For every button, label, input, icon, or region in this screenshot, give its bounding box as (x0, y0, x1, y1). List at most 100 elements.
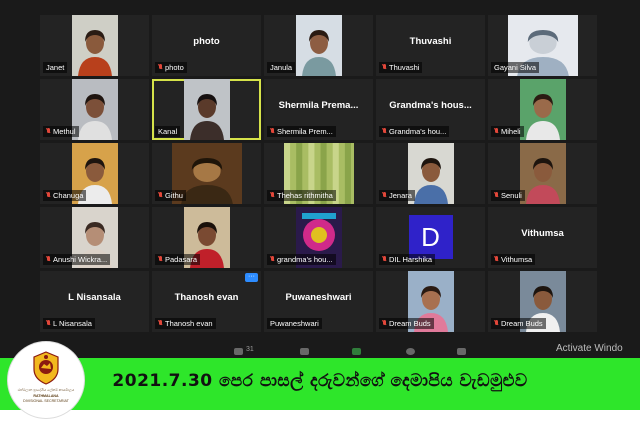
participant-tile[interactable]: Kanal (152, 79, 261, 140)
muted-mic-icon (382, 128, 387, 135)
participant-tile[interactable]: photo photo (152, 15, 261, 76)
participant-tile[interactable]: Puwaneshwari Puwaneshwari (264, 271, 373, 332)
muted-mic-icon (382, 192, 387, 199)
participant-tile[interactable]: Thehas rithmitha (264, 143, 373, 204)
participant-grid: Janet photo photo Janula Thuvashi Thuvashi Gay… (40, 15, 597, 332)
participant-name-label: L Nisansala (43, 318, 95, 329)
reactions-icon[interactable] (457, 348, 466, 355)
participant-name-label: Miheli (491, 126, 524, 137)
muted-mic-icon (46, 256, 51, 263)
participant-name-label: grandma's hou... (267, 254, 336, 265)
participant-name: Thuvashi (389, 63, 420, 72)
participant-avatar: D (408, 215, 453, 259)
participant-name-label: Senuli (491, 190, 525, 201)
participant-name-label: Kanal (155, 126, 181, 137)
participant-display-name: Thanosh evan (174, 292, 239, 303)
participant-tile[interactable]: Grandma's hous... Grandma's hou... (376, 79, 485, 140)
muted-mic-icon (46, 320, 51, 327)
participant-tile[interactable]: grandma's hou... (264, 207, 373, 268)
participant-display-name: Grandma's hous... (389, 100, 472, 111)
participant-name-label: Dream Buds (379, 318, 434, 329)
participant-name: Thanosh evan (165, 319, 213, 328)
participant-tile[interactable]: D DIL Harshika (376, 207, 485, 268)
participant-name-label: Gayani Silva (491, 62, 540, 73)
chat-icon[interactable] (300, 348, 309, 355)
participant-name: Dream Buds (389, 319, 431, 328)
participant-display-name: Thuvashi (409, 36, 452, 47)
muted-mic-icon (270, 256, 275, 263)
participant-name: Kanal (158, 127, 178, 136)
participant-tile[interactable]: Methul (40, 79, 149, 140)
participant-name: Githu (165, 191, 183, 200)
participant-tile[interactable]: Anushi Wickra... (40, 207, 149, 268)
participant-name-label: Padasara (155, 254, 201, 265)
participant-tile[interactable]: Jenara (376, 143, 485, 204)
participant-name-label: Thanosh evan (155, 318, 216, 329)
muted-mic-icon (158, 320, 163, 327)
muted-mic-icon (270, 192, 275, 199)
participant-name: photo (165, 63, 184, 72)
participant-display-name: L Nisansala (68, 292, 121, 303)
participant-name: Shermila Prem... (277, 127, 333, 136)
participant-name-label: Thehas rithmitha (267, 190, 336, 201)
muted-mic-icon (494, 128, 499, 135)
participant-name-label: Janula (267, 62, 296, 73)
participant-count: 31 (246, 346, 254, 353)
muted-mic-icon (494, 320, 499, 327)
participant-name: Grandma's hou... (389, 127, 447, 136)
participant-name-label: Methul (43, 126, 79, 137)
record-icon[interactable] (406, 348, 415, 355)
participant-name: Jenara (389, 191, 412, 200)
participant-tile[interactable]: Gayani Silva (488, 15, 597, 76)
participant-video (71, 15, 118, 76)
participant-name: L Nisansala (53, 319, 92, 328)
participant-tile[interactable]: Miheli (488, 79, 597, 140)
participant-video (295, 15, 342, 76)
participant-tile[interactable]: Dream Buds (376, 271, 485, 332)
participant-name: Janula (270, 63, 293, 72)
participant-tile[interactable]: Shermila Prema... Shermila Prem... (264, 79, 373, 140)
participant-name-label: Janet (43, 62, 68, 73)
muted-mic-icon (494, 256, 499, 263)
emblem-icon (33, 351, 59, 385)
participant-tile[interactable]: Githu (152, 143, 261, 204)
participant-display-name: Vithumsa (521, 228, 564, 239)
participant-tile[interactable]: Chanuga (40, 143, 149, 204)
participant-name-label: Puwaneshwari (267, 318, 322, 329)
participant-name: Senuli (501, 191, 522, 200)
participant-name: Thehas rithmitha (277, 191, 333, 200)
more-options-icon[interactable]: ··· (245, 273, 258, 282)
logo-text-secretariat: DIVISIONAL SECRETARIAT (23, 399, 69, 403)
meeting-toolbar: 31 (0, 346, 640, 358)
participant-name: Vithumsa (501, 255, 533, 264)
banner-title: 2021.7.30 පෙර පාසල් දරුවන්ගේ දෙමාපිය වැඩ… (112, 371, 528, 391)
participant-tile[interactable]: Janet (40, 15, 149, 76)
participant-name-label: Githu (155, 190, 186, 201)
participant-display-name: Puwaneshwari (285, 292, 352, 303)
participant-name: Dream Buds (501, 319, 543, 328)
participant-tile[interactable]: L Nisansala L Nisansala (40, 271, 149, 332)
muted-mic-icon (46, 192, 51, 199)
participant-tile[interactable]: Janula (264, 15, 373, 76)
participant-name: DIL Harshika (389, 255, 433, 264)
participant-name-label: Thuvashi (379, 62, 423, 73)
participant-name-label: Dream Buds (491, 318, 546, 329)
participant-video (183, 79, 230, 140)
participant-tile[interactable]: Thanosh evan ··· Thanosh evan (152, 271, 261, 332)
participant-name-label: DIL Harshika (379, 254, 436, 265)
participant-tile[interactable]: Vithumsa Vithumsa (488, 207, 597, 268)
participant-tile[interactable]: Padasara (152, 207, 261, 268)
participant-name-label: Anushi Wickra... (43, 254, 111, 265)
muted-mic-icon (158, 64, 163, 71)
participants-icon[interactable] (234, 348, 243, 355)
muted-mic-icon (270, 128, 275, 135)
title-banner: 2021.7.30 පෙර පාසල් දරුවන්ගේ දෙමාපිය වැඩ… (0, 358, 640, 410)
participant-tile[interactable]: Senuli (488, 143, 597, 204)
share-screen-icon[interactable] (352, 348, 361, 355)
participant-tile[interactable]: Dream Buds (488, 271, 597, 332)
participant-display-name: Shermila Prema... (278, 100, 359, 111)
participant-tile[interactable]: Thuvashi Thuvashi (376, 15, 485, 76)
muted-mic-icon (382, 320, 387, 327)
logo-text-sinhala: රත්මලාන ප්‍රාදේශීය ලේකම් කාර්යාලය (17, 388, 75, 392)
muted-mic-icon (494, 192, 499, 199)
